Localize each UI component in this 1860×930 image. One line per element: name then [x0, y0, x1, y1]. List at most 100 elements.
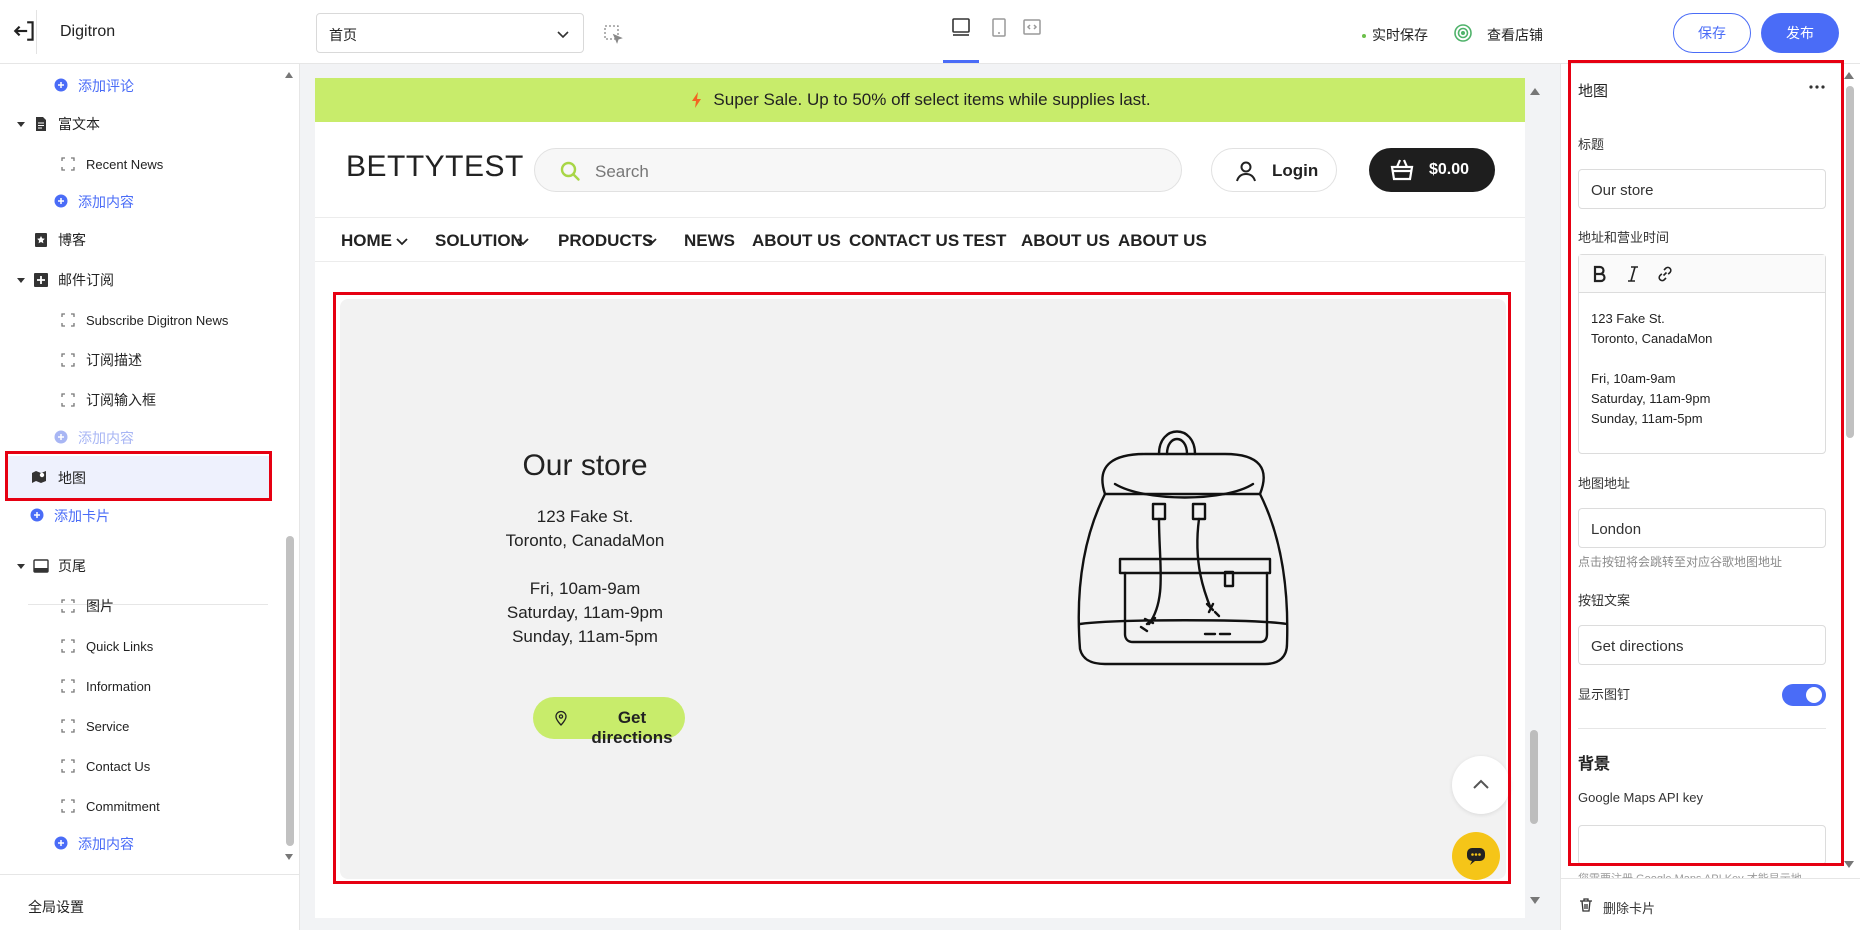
- main-nav: HOME SOLUTION PRODUCTS NEWS ABOUT US CON…: [315, 218, 1525, 262]
- caret-down-icon[interactable]: [16, 275, 26, 285]
- block-frame-icon: [61, 759, 75, 773]
- divider: [36, 10, 37, 54]
- delete-card-bar[interactable]: 删除卡片: [1561, 878, 1860, 930]
- delete-card-label: 删除卡片: [1603, 901, 1656, 916]
- block-frame-icon: [61, 719, 75, 733]
- add-card-item[interactable]: 添加卡片: [0, 498, 280, 534]
- nav-products[interactable]: PRODUCTS: [558, 231, 653, 251]
- save-button[interactable]: 保存: [1673, 13, 1751, 53]
- block-frame-icon: [61, 799, 75, 813]
- nav-home[interactable]: HOME: [341, 231, 392, 251]
- scroll-up-arrow[interactable]: [1529, 86, 1541, 96]
- search-input[interactable]: Search: [534, 148, 1182, 192]
- chevron-down-icon: [517, 238, 529, 246]
- sidebar-item-information[interactable]: Information: [0, 668, 280, 704]
- cart-total: $0.00: [1429, 161, 1470, 178]
- nav-news[interactable]: NEWS: [684, 231, 735, 251]
- scroll-down-arrow[interactable]: [1843, 860, 1855, 870]
- tablet-view-icon[interactable]: [988, 16, 1010, 38]
- nav-about-us-3[interactable]: ABOUT US: [1118, 231, 1207, 251]
- plus-circle-icon: [30, 508, 44, 522]
- top-bar: Digitron 首页 实时保存 查看店铺 保存 发布: [0, 0, 1860, 64]
- cart-button[interactable]: $0.00: [1369, 148, 1495, 192]
- chevron-down-icon: [645, 238, 657, 246]
- login-button[interactable]: Login: [1211, 148, 1337, 192]
- scroll-down-arrow[interactable]: [284, 852, 294, 862]
- block-frame-icon: [61, 313, 75, 327]
- announcement-bar[interactable]: Super Sale. Up to 50% off select items w…: [315, 78, 1525, 122]
- page-select[interactable]: 首页: [316, 13, 584, 53]
- add-content-item[interactable]: 添加内容: [0, 184, 280, 220]
- sidebar-item-image[interactable]: 图片: [0, 588, 280, 624]
- search-placeholder: Search: [595, 162, 649, 181]
- desktop-view-icon[interactable]: [950, 16, 972, 38]
- sidebar-item-subscribe-heading[interactable]: Subscribe Digitron News: [0, 302, 280, 338]
- sidebar-item-rich-text[interactable]: 富文本: [0, 106, 280, 142]
- block-frame-icon: [61, 639, 75, 653]
- section-tree-sidebar: 添加评论 富文本 Recent News 添加内容 博客 邮件订阅 Subscr…: [0, 64, 300, 930]
- sidebar-item-subscribe-input[interactable]: 订阅输入框: [0, 382, 280, 418]
- autosave-status: 实时保存: [1362, 25, 1428, 45]
- block-frame-icon: [61, 157, 75, 171]
- storefront-preview: Super Sale. Up to 50% off select items w…: [315, 78, 1525, 918]
- api-key-hint: 您需要注册 Google Maps API Key 才能显示地: [1578, 870, 1828, 878]
- page-select-value: 首页: [329, 27, 357, 43]
- nav-about-us-2[interactable]: ABOUT US: [1021, 231, 1110, 251]
- global-settings-bar[interactable]: 全局设置: [0, 874, 300, 930]
- site-header: BETTYTEST Search Login $0.00: [315, 122, 1525, 218]
- element-picker-icon[interactable]: [603, 24, 623, 44]
- block-frame-icon: [61, 679, 75, 693]
- caret-down-icon[interactable]: [16, 561, 26, 571]
- sidebar-item-recent-news[interactable]: Recent News: [0, 146, 280, 182]
- add-content-item[interactable]: 添加内容: [0, 826, 280, 862]
- view-store-icon[interactable]: [1452, 22, 1474, 44]
- exit-icon[interactable]: [12, 18, 38, 44]
- plus-circle-icon: [54, 430, 68, 444]
- nav-solution[interactable]: SOLUTION: [435, 231, 523, 251]
- view-store-link[interactable]: 查看店铺: [1487, 25, 1543, 45]
- footer-icon: [33, 559, 49, 573]
- plus-circle-icon: [54, 194, 68, 208]
- document-icon: [36, 117, 46, 131]
- cart-icon: [1390, 159, 1414, 181]
- chat-icon: [1467, 848, 1485, 865]
- selected-section-highlight: [333, 292, 1511, 884]
- nav-contact-us[interactable]: CONTACT US: [849, 231, 959, 251]
- add-comment-item[interactable]: 添加评论: [0, 68, 280, 104]
- sidebar-item-contact-us[interactable]: Contact Us: [0, 748, 280, 784]
- lightning-icon: [692, 92, 702, 108]
- caret-down-icon[interactable]: [16, 119, 26, 129]
- canvas-scrollbar-thumb[interactable]: [1530, 730, 1538, 824]
- site-logo[interactable]: BETTYTEST: [346, 150, 524, 184]
- block-frame-icon: [61, 599, 75, 613]
- code-view-icon[interactable]: [1021, 16, 1043, 38]
- publish-button[interactable]: 发布: [1761, 13, 1839, 53]
- sidebar-item-newsletter[interactable]: 邮件订阅: [0, 262, 280, 298]
- trash-icon: [1580, 898, 1592, 912]
- sidebar-item-subscribe-description[interactable]: 订阅描述: [0, 342, 280, 378]
- nav-test[interactable]: TEST: [963, 231, 1006, 251]
- sidebar-item-commitment[interactable]: Commitment: [0, 788, 280, 824]
- subscribe-icon: [34, 273, 48, 287]
- scroll-up-arrow[interactable]: [1843, 70, 1855, 80]
- sidebar-item-service[interactable]: Service: [0, 708, 280, 744]
- scroll-down-arrow[interactable]: [1529, 896, 1541, 906]
- active-device-indicator: [943, 60, 979, 63]
- scroll-up-arrow[interactable]: [284, 70, 294, 80]
- preview-canvas: Super Sale. Up to 50% off select items w…: [300, 64, 1560, 930]
- nav-about-us[interactable]: ABOUT US: [752, 231, 841, 251]
- sidebar-scrollbar-thumb[interactable]: [286, 536, 294, 846]
- login-label: Login: [1272, 161, 1319, 180]
- announcement-text: Super Sale. Up to 50% off select items w…: [713, 90, 1151, 109]
- plus-circle-icon: [54, 78, 68, 92]
- sidebar-item-footer[interactable]: 页尾: [0, 548, 280, 584]
- chat-button[interactable]: [1452, 832, 1500, 880]
- panel-scrollbar-thumb[interactable]: [1846, 86, 1854, 438]
- sidebar-item-blog[interactable]: 博客: [0, 222, 280, 258]
- global-settings-label: 全局设置: [28, 899, 84, 915]
- store-name: Digitron: [60, 23, 116, 40]
- settings-panel: 地图 标题 Our store 地址和营业时间 123 Fake St. Tor…: [1560, 60, 1860, 930]
- chevron-down-icon: [396, 238, 408, 246]
- sidebar-item-quick-links[interactable]: Quick Links: [0, 628, 280, 664]
- user-icon: [1236, 161, 1256, 182]
